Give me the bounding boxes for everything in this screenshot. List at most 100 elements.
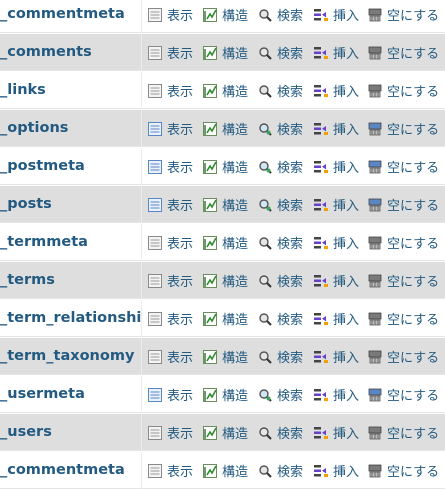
- empty-action-button[interactable]: 空にする: [367, 300, 439, 337]
- browse-action-button[interactable]: 表示: [147, 224, 193, 261]
- insert-action-button[interactable]: 挿入: [313, 300, 359, 337]
- search-action-button[interactable]: 検索: [257, 300, 303, 337]
- empty-label: 空にする: [387, 199, 440, 214]
- search-action-button[interactable]: 検索: [257, 72, 303, 109]
- insert-action-button[interactable]: 挿入: [313, 452, 359, 489]
- table-name-link[interactable]: _comments: [0, 34, 142, 71]
- search-action-button[interactable]: 検索: [257, 110, 303, 147]
- empty-action-button[interactable]: 空にする: [367, 452, 439, 489]
- empty-action-button[interactable]: 空にする: [367, 262, 439, 299]
- insert-action-button[interactable]: 挿入: [313, 72, 359, 109]
- search-action-button[interactable]: 検索: [257, 186, 303, 223]
- browse-label: 表示: [167, 351, 194, 366]
- search-action-button[interactable]: 検索: [257, 148, 303, 185]
- table-name-link[interactable]: _postmeta: [0, 148, 142, 185]
- insert-action-button[interactable]: 挿入: [313, 376, 359, 413]
- empty-action-button[interactable]: 空にする: [367, 110, 439, 147]
- search-action-button[interactable]: 検索: [257, 376, 303, 413]
- search-label: 検索: [277, 427, 304, 442]
- table-name-link[interactable]: _commentmeta: [0, 0, 142, 33]
- browse-icon: [147, 7, 167, 23]
- structure-label: 構造: [222, 465, 249, 480]
- search-label: 検索: [277, 161, 304, 176]
- search-action-button[interactable]: 検索: [257, 414, 303, 451]
- empty-action-button[interactable]: 空にする: [367, 414, 439, 451]
- structure-action-button[interactable]: 構造: [202, 262, 248, 299]
- structure-action-button[interactable]: 構造: [202, 376, 248, 413]
- structure-action-button[interactable]: 構造: [202, 72, 248, 109]
- insert-action-button[interactable]: 挿入: [313, 148, 359, 185]
- browse-action-button[interactable]: 表示: [147, 110, 193, 147]
- empty-action-button[interactable]: 空にする: [367, 34, 439, 71]
- structure-action-button[interactable]: 構造: [202, 34, 248, 71]
- table-name-link[interactable]: _term_taxonomy: [0, 338, 142, 375]
- browse-label: 表示: [167, 389, 194, 404]
- table-name-link[interactable]: _termmeta: [0, 224, 142, 261]
- browse-action-button[interactable]: 表示: [147, 72, 193, 109]
- insert-action-button[interactable]: 挿入: [313, 34, 359, 71]
- structure-icon: [202, 311, 222, 327]
- browse-action-button[interactable]: 表示: [147, 414, 193, 451]
- search-action-button[interactable]: 検索: [257, 224, 303, 261]
- search-action-button[interactable]: 検索: [257, 452, 303, 489]
- empty-action-button[interactable]: 空にする: [367, 338, 439, 375]
- insert-icon: [313, 159, 333, 175]
- browse-action-button[interactable]: 表示: [147, 338, 193, 375]
- structure-action-button[interactable]: 構造: [202, 338, 248, 375]
- empty-action-button[interactable]: 空にする: [367, 148, 439, 185]
- table-name-link[interactable]: _usermeta: [0, 376, 142, 413]
- insert-action-button[interactable]: 挿入: [313, 262, 359, 299]
- browse-icon: [147, 463, 167, 479]
- search-icon: [257, 387, 277, 403]
- table-name-link[interactable]: _users: [0, 414, 142, 451]
- structure-action-button[interactable]: 構造: [202, 148, 248, 185]
- table-name-link[interactable]: _term_relationships: [0, 300, 142, 337]
- browse-action-button[interactable]: 表示: [147, 34, 193, 71]
- table-row: _termmeta 表示 構造 検索 挿入 空にする: [0, 224, 445, 261]
- insert-action-button[interactable]: 挿入: [313, 338, 359, 375]
- structure-action-button[interactable]: 構造: [202, 186, 248, 223]
- structure-action-button[interactable]: 構造: [202, 414, 248, 451]
- insert-action-button[interactable]: 挿入: [313, 186, 359, 223]
- empty-action-button[interactable]: 空にする: [367, 224, 439, 261]
- table-name-link[interactable]: _commentmeta: [0, 452, 142, 489]
- empty-action-button[interactable]: 空にする: [367, 0, 439, 33]
- search-icon: [257, 159, 277, 175]
- insert-action-button[interactable]: 挿入: [313, 110, 359, 147]
- structure-action-button[interactable]: 構造: [202, 452, 248, 489]
- browse-action-button[interactable]: 表示: [147, 300, 193, 337]
- table-name-link[interactable]: _posts: [0, 186, 142, 223]
- insert-label: 挿入: [333, 465, 360, 480]
- browse-label: 表示: [167, 47, 194, 62]
- structure-icon: [202, 463, 222, 479]
- structure-action-button[interactable]: 構造: [202, 0, 248, 33]
- search-action-button[interactable]: 検索: [257, 0, 303, 33]
- search-action-button[interactable]: 検索: [257, 262, 303, 299]
- browse-action-button[interactable]: 表示: [147, 0, 193, 33]
- search-action-button[interactable]: 検索: [257, 338, 303, 375]
- table-name-link[interactable]: _links: [0, 72, 142, 109]
- table-name-link[interactable]: _terms: [0, 262, 142, 299]
- browse-action-button[interactable]: 表示: [147, 186, 193, 223]
- browse-label: 表示: [167, 465, 194, 480]
- table-name-link[interactable]: _options: [0, 110, 142, 147]
- insert-action-button[interactable]: 挿入: [313, 224, 359, 261]
- structure-icon: [202, 121, 222, 137]
- browse-action-button[interactable]: 表示: [147, 148, 193, 185]
- empty-action-button[interactable]: 空にする: [367, 186, 439, 223]
- empty-action-button[interactable]: 空にする: [367, 72, 439, 109]
- browse-action-button[interactable]: 表示: [147, 452, 193, 489]
- table-row: _postmeta 表示 構造 検索 挿入 空にする: [0, 148, 445, 185]
- structure-action-button[interactable]: 構造: [202, 110, 248, 147]
- empty-action-button[interactable]: 空にする: [367, 376, 439, 413]
- insert-icon: [313, 121, 333, 137]
- structure-action-button[interactable]: 構造: [202, 224, 248, 261]
- browse-action-button[interactable]: 表示: [147, 376, 193, 413]
- browse-action-button[interactable]: 表示: [147, 262, 193, 299]
- insert-action-button[interactable]: 挿入: [313, 414, 359, 451]
- empty-label: 空にする: [387, 465, 440, 480]
- structure-action-button[interactable]: 構造: [202, 300, 248, 337]
- insert-action-button[interactable]: 挿入: [313, 0, 359, 33]
- insert-icon: [313, 349, 333, 365]
- search-action-button[interactable]: 検索: [257, 34, 303, 71]
